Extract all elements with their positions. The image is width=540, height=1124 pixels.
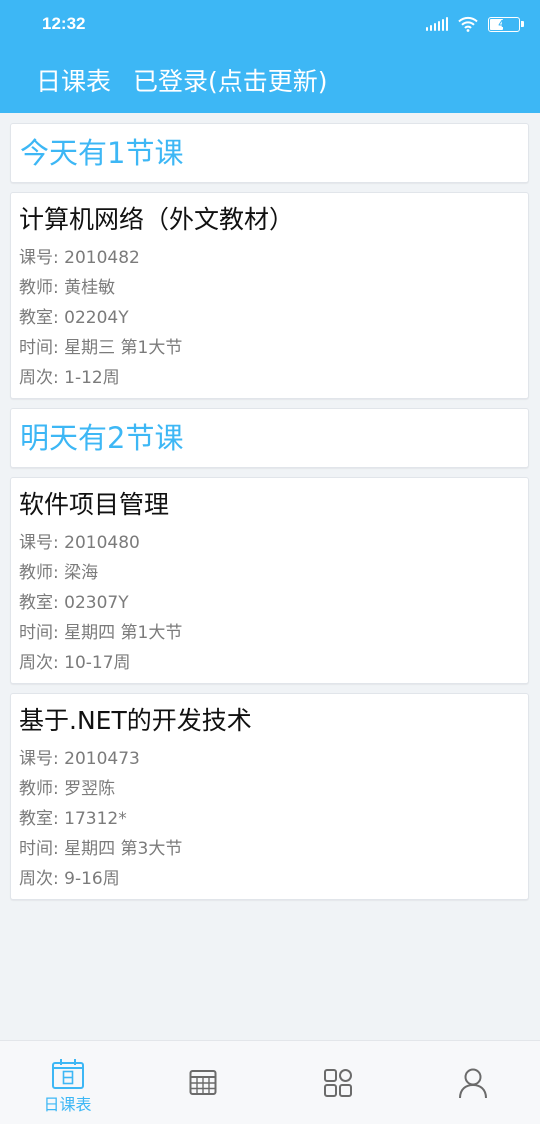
- tomorrow-header-text: 明天有2节课: [20, 421, 184, 455]
- app-bar: 12:32 42 日课表 已登录(点击更新): [0, 0, 540, 113]
- tab-day-schedule[interactable]: 日课表: [0, 1041, 135, 1124]
- course-name: 基于.NET的开发技术: [19, 706, 252, 735]
- course-teacher: 教师: 梁海: [19, 563, 99, 583]
- course-teacher: 教师: 黄桂敏: [19, 278, 116, 298]
- person-icon: [458, 1068, 487, 1099]
- course-name: 计算机网络（外文教材）: [19, 205, 295, 234]
- login-status-button[interactable]: 已登录(点击更新): [133, 62, 328, 98]
- course-code: 课号: 2010473: [19, 749, 140, 769]
- course-time: 时间: 星期四 第3大节: [19, 839, 183, 859]
- signal-icon: [426, 17, 448, 31]
- course-card[interactable]: 软件项目管理 课号: 2010480 教师: 梁海 教室: 02307Y 时间:…: [10, 477, 529, 684]
- course-weeks: 周次: 10-17周: [19, 653, 131, 673]
- battery-level: 42: [498, 18, 510, 30]
- course-code: 课号: 2010482: [19, 248, 140, 268]
- course-teacher: 教师: 罗翌陈: [19, 779, 116, 799]
- course-room: 教室: 17312*: [19, 809, 127, 829]
- course-name: 软件项目管理: [19, 490, 170, 519]
- battery-icon: 42: [488, 16, 524, 32]
- tab-week-table[interactable]: [135, 1041, 270, 1124]
- tomorrow-header: 明天有2节课: [10, 408, 529, 468]
- today-header-text: 今天有1节课: [20, 136, 184, 170]
- course-room: 教室: 02307Y: [19, 593, 129, 613]
- table-grid-icon: [189, 1070, 216, 1095]
- course-time: 时间: 星期四 第1大节: [19, 623, 183, 643]
- status-time: 12:32: [42, 14, 86, 33]
- course-room: 教室: 02204Y: [19, 308, 129, 328]
- apps-grid-icon: [323, 1069, 352, 1097]
- course-weeks: 周次: 9-16周: [19, 869, 120, 889]
- calendar-day-icon: [51, 1059, 84, 1089]
- tab-apps[interactable]: [270, 1041, 405, 1124]
- course-code: 课号: 2010480: [19, 533, 140, 553]
- status-icons: 42: [426, 14, 524, 34]
- bottom-tab-bar: 日课表: [0, 1040, 540, 1124]
- course-weeks: 周次: 1-12周: [19, 368, 120, 388]
- course-card[interactable]: 计算机网络（外文教材） 课号: 2010482 教师: 黄桂敏 教室: 0220…: [10, 192, 529, 399]
- today-header: 今天有1节课: [10, 123, 529, 183]
- course-time: 时间: 星期三 第1大节: [19, 338, 183, 358]
- tab-profile[interactable]: [405, 1041, 540, 1124]
- app-title-row: 日课表 已登录(点击更新): [36, 62, 328, 98]
- page-title: 日课表: [36, 67, 112, 96]
- course-list: 今天有1节课 计算机网络（外文教材） 课号: 2010482 教师: 黄桂敏 教…: [10, 123, 529, 909]
- tab-day-schedule-label: 日课表: [43, 1095, 92, 1114]
- wifi-icon: [458, 16, 478, 32]
- course-card[interactable]: 基于.NET的开发技术 课号: 2010473 教师: 罗翌陈 教室: 1731…: [10, 693, 529, 900]
- status-bar: 12:32 42: [0, 0, 540, 48]
